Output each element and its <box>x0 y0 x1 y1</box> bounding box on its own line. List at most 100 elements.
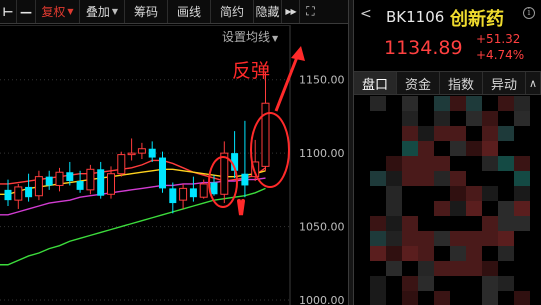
mosaic-cell <box>354 96 370 111</box>
candle-body-up <box>55 171 64 186</box>
candle-body-up <box>127 152 136 156</box>
mosaic-cell <box>450 261 466 276</box>
mosaic-cell <box>482 246 498 261</box>
mosaic-cell <box>354 216 370 231</box>
mosaic-cell <box>418 111 434 126</box>
mosaic-cell <box>514 111 530 126</box>
mosaic-cell <box>418 96 434 111</box>
mosaic-cell <box>354 276 370 291</box>
mosaic-cell <box>466 291 482 305</box>
mosaic-cell <box>482 141 498 156</box>
mosaic-cell <box>370 231 386 246</box>
mosaic-cell <box>482 231 498 246</box>
candle-body-down <box>76 181 84 190</box>
candle-body-down <box>97 169 105 196</box>
mosaic-cell <box>530 261 541 276</box>
mosaic-cell <box>482 291 498 305</box>
mosaic-cell <box>434 141 450 156</box>
candles <box>4 72 270 214</box>
mosaic-cell <box>530 246 541 261</box>
mosaic-cell <box>418 216 434 231</box>
annotation-rebound-label: 反弹 <box>232 60 270 82</box>
mosaic-cell <box>530 291 541 305</box>
mosaic-cell <box>498 261 514 276</box>
mosaic-cell <box>434 201 450 216</box>
mosaic-cell <box>434 171 450 186</box>
zoom-out-button[interactable]: — <box>17 0 36 23</box>
mosaic-cell <box>498 156 514 171</box>
mosaic-cell <box>450 141 466 156</box>
mosaic-cell <box>498 231 514 246</box>
mosaic-cell <box>530 276 541 291</box>
mosaic-cell <box>418 246 434 261</box>
hide-button[interactable]: 隐藏 <box>254 0 282 23</box>
mosaic-cell <box>466 141 482 156</box>
mosaic-cell <box>418 171 434 186</box>
price-tick-label: 1050.00 <box>299 221 345 234</box>
price-tick-label: 1150.00 <box>299 74 345 87</box>
mosaic-cell <box>530 216 541 231</box>
mosaic-cell <box>386 156 402 171</box>
tab-unusual-moves[interactable]: 异动 <box>483 72 526 94</box>
expand-icon[interactable]: ⛶ <box>300 0 321 23</box>
mosaic-cell <box>466 156 482 171</box>
mosaic-cell <box>434 291 450 305</box>
mosaic-cell <box>482 201 498 216</box>
mosaic-cell <box>498 126 514 141</box>
mosaic-cell <box>386 276 402 291</box>
mosaic-cell <box>466 216 482 231</box>
blurred-order-book <box>354 96 541 305</box>
mosaic-cell <box>450 96 466 111</box>
mosaic-cell <box>466 261 482 276</box>
info-icon[interactable]: i <box>523 7 535 19</box>
mosaic-cell <box>514 246 530 261</box>
mosaic-cell <box>386 126 402 141</box>
simple-mode-button[interactable]: 简约 <box>211 0 254 23</box>
mosaic-cell <box>482 126 498 141</box>
mosaic-cell <box>498 171 514 186</box>
more-tools-icon[interactable]: ▶▶ <box>282 0 300 23</box>
collapse-icon[interactable]: ∧ <box>526 72 541 94</box>
mosaic-cell <box>386 141 402 156</box>
mosaic-cell <box>482 96 498 111</box>
tab-order-book[interactable]: 盘口 <box>354 72 397 94</box>
mosaic-cell <box>498 96 514 111</box>
tab-fund-flow[interactable]: 资金 <box>397 72 440 94</box>
mosaic-cell <box>402 201 418 216</box>
mosaic-cell <box>450 186 466 201</box>
mosaic-cell <box>370 246 386 261</box>
chevron-left-icon[interactable]: < <box>360 6 372 22</box>
mosaic-cell <box>402 111 418 126</box>
crosshair-tool-button[interactable]: ⊢ <box>0 0 17 23</box>
mosaic-cell <box>482 261 498 276</box>
adjust-rights-label: 复权 <box>41 5 66 19</box>
adjust-rights-dropdown[interactable]: 复权 ▼ <box>36 0 80 23</box>
candle-body-down <box>210 182 218 195</box>
mosaic-cell <box>466 171 482 186</box>
candle-body-up <box>137 148 146 154</box>
price-change-percent: +4.74% <box>476 48 525 62</box>
candlestick-chart[interactable]: 1150.00 1100.00 1050.00 1000.00 反弹 <box>0 25 348 305</box>
mosaic-cell <box>402 126 418 141</box>
overlay-dropdown[interactable]: 叠加 ▼ <box>80 0 125 23</box>
chart-toolbar: ⊢ — 复权 ▼ 叠加 ▼ 筹码 画线 简约 隐藏 ▶▶ ⛶ <box>0 0 348 24</box>
mosaic-cell <box>530 156 541 171</box>
mosaic-cell <box>370 96 386 111</box>
draw-line-button[interactable]: 画线 <box>168 0 211 23</box>
mosaic-cell <box>418 261 434 276</box>
mosaic-cell <box>514 186 530 201</box>
mosaic-cell <box>434 216 450 231</box>
mosaic-cell <box>434 261 450 276</box>
price-tick-label: 1100.00 <box>299 147 345 160</box>
mosaic-cell <box>434 111 450 126</box>
mosaic-cell <box>418 291 434 305</box>
mosaic-cell <box>402 276 418 291</box>
mosaic-cell <box>514 171 530 186</box>
mosaic-cell <box>434 186 450 201</box>
chips-button[interactable]: 筹码 <box>125 0 168 23</box>
mosaic-cell <box>370 216 386 231</box>
tab-index[interactable]: 指数 <box>440 72 483 94</box>
mosaic-cell <box>530 231 541 246</box>
overlay-label: 叠加 <box>85 5 110 19</box>
mosaic-cell <box>370 261 386 276</box>
